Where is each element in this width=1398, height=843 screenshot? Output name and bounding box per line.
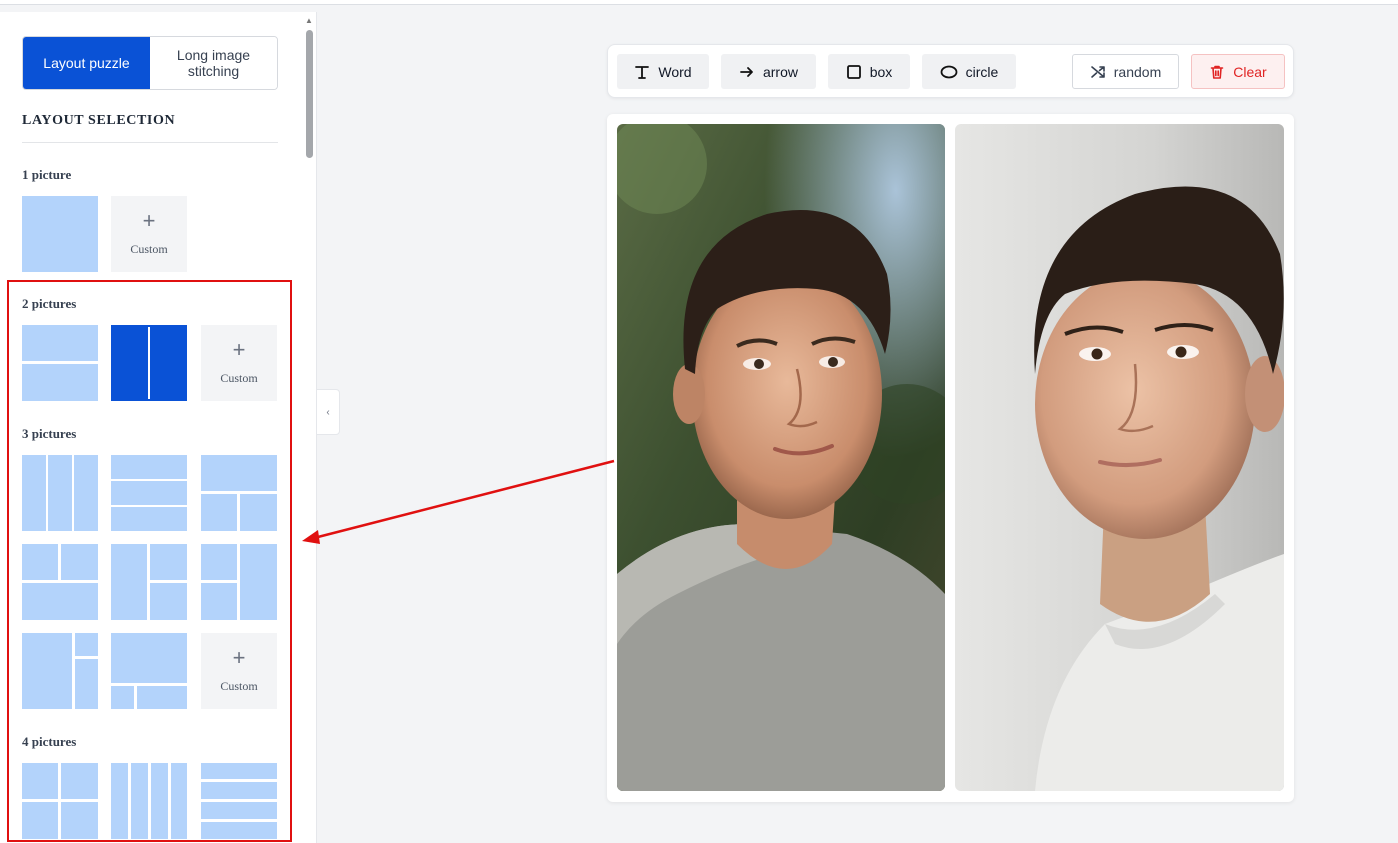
circle-tool-label: circle [965, 63, 999, 80]
arrow-tool-label: arrow [762, 63, 798, 80]
mode-switch: Layout puzzle Long image stitching [22, 36, 278, 90]
plus-icon: + [142, 208, 156, 233]
text-icon [634, 64, 650, 80]
random-label: random [1113, 63, 1162, 80]
collage-canvas [607, 114, 1294, 802]
random-button[interactable]: random [1072, 54, 1179, 89]
annotation-toolbar: Word arrow box circle random Clear [607, 44, 1294, 98]
collage-photo-2[interactable] [955, 124, 1284, 791]
shuffle-icon [1090, 64, 1106, 80]
section-title: LAYOUT SELECTION [22, 113, 176, 128]
word-tool-label: Word [658, 63, 692, 80]
box-tool-button[interactable]: box [828, 54, 910, 89]
custom-label: Custom [130, 242, 168, 256]
box-tool-label: box [869, 63, 893, 80]
sidebar-collapse-button[interactable]: ‹ [316, 389, 340, 435]
arrow-tool-button[interactable]: arrow [721, 54, 816, 89]
clear-button[interactable]: Clear [1191, 54, 1285, 89]
arrow-right-icon [739, 64, 755, 80]
section-divider [22, 142, 278, 143]
circle-tool-button[interactable]: circle [922, 54, 1016, 89]
tab-long-image-stitching[interactable]: Long image stitching [150, 37, 277, 89]
tab-layout-puzzle[interactable]: Layout puzzle [23, 37, 150, 89]
scroll-up-arrow[interactable]: ▲ [304, 16, 314, 26]
annotation-highlight-box [7, 280, 292, 842]
word-tool-button[interactable]: Word [617, 54, 709, 89]
layout-1-custom[interactable]: + Custom [111, 196, 187, 272]
top-border [0, 0, 1398, 5]
trash-icon [1209, 64, 1225, 80]
clear-label: Clear [1233, 63, 1267, 80]
collage-photo-1[interactable] [617, 124, 945, 791]
ellipse-icon [940, 65, 958, 79]
group-label-1-picture: 1 picture [22, 167, 72, 182]
layout-1-single[interactable] [22, 196, 98, 272]
square-icon [846, 64, 862, 80]
sidebar-scroll-thumb[interactable] [306, 30, 313, 158]
